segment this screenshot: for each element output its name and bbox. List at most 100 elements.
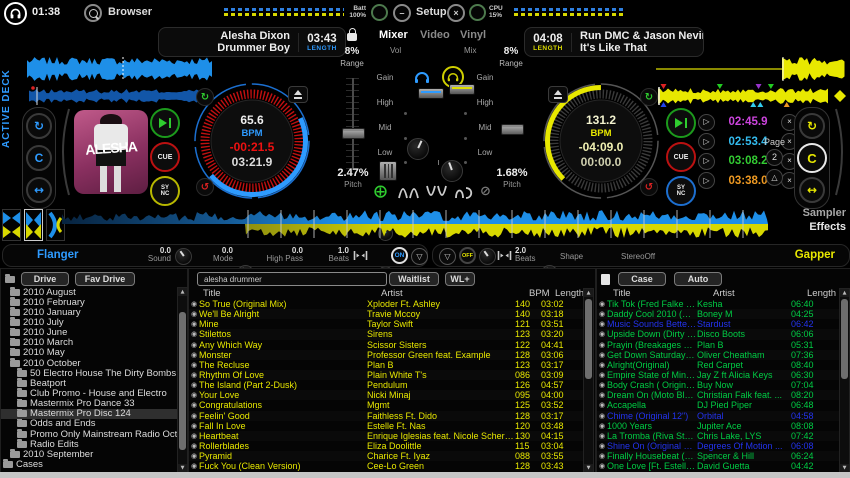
tree-item[interactable]: Mastermix Pro Disc 124	[1, 408, 177, 419]
deck-left-waveform[interactable]	[27, 55, 213, 107]
mix-knob[interactable]	[441, 160, 463, 182]
table-row[interactable]: ◉Dream On (Moto Blanco...Christian Falk …	[597, 390, 839, 401]
col-title[interactable]: Title	[189, 288, 381, 299]
scroll-thumb[interactable]	[841, 299, 848, 379]
scroll-thumb[interactable]	[585, 299, 592, 379]
table-row[interactable]: ◉ Accapella DJ Pied Piper 06:48	[597, 400, 839, 410]
tree-item[interactable]: 2010 February	[1, 297, 177, 307]
table-row[interactable]: ◉ Your Love Nicki Minaj 095 04:00	[189, 390, 583, 401]
fx-left-select-icon[interactable]: ▽	[411, 248, 428, 265]
loop-icon[interactable]: ↻	[799, 113, 825, 139]
table-row[interactable]: ◉ Heartbeat Enrique Iglesias feat. Nicole …	[189, 430, 583, 441]
table-row[interactable]: ◉ Any Which Way Scissor Sisters 122 04:41	[189, 340, 583, 350]
cue-page-up-icon[interactable]: △	[766, 169, 783, 186]
deck-position-bar-left-bottom[interactable]	[224, 13, 344, 16]
scroll-up-icon[interactable]: ▲	[178, 288, 187, 296]
channel-fader-handle-right[interactable]	[449, 84, 475, 95]
crossfader-curve-scratch-icon[interactable]	[454, 185, 475, 199]
cue-page-button[interactable]: 2	[766, 149, 783, 166]
loop-c-button[interactable]: C	[26, 145, 52, 171]
scroll-thumb[interactable]	[179, 312, 186, 450]
table-row[interactable]: ◉ Mine Taylor Swift 121 03:51	[189, 319, 583, 329]
mid-scrollbar[interactable]: ▲ ▼	[583, 288, 594, 473]
tab-vinyl[interactable]: Vinyl	[460, 29, 486, 41]
cue-play-button[interactable]: ▷	[698, 152, 715, 170]
fx-left-name[interactable]: Flanger	[37, 249, 79, 261]
case-button[interactable]: Case	[618, 272, 666, 286]
loop-c-button[interactable]: C	[797, 143, 827, 173]
table-row[interactable]: ◉One Love [Ft. Estelle] [F...David Guett…	[597, 461, 839, 471]
table-row[interactable]: ◉Body Crash ( Original Mi...Buy Now 07:04	[597, 380, 839, 390]
crossfader-handle[interactable]	[379, 161, 397, 181]
beatlock-icon[interactable]	[497, 250, 512, 261]
vol-knob[interactable]	[407, 138, 429, 160]
tab-mixer[interactable]: Mixer	[379, 29, 408, 41]
tree-item[interactable]: Mastermix Pro Dance 33	[1, 398, 177, 409]
drive-button[interactable]: Drive	[21, 272, 69, 286]
browser-menu[interactable]: Browser	[108, 6, 152, 18]
table-row[interactable]: ◉ Fall In Love Estelle Ft. Nas 120 03:48	[189, 421, 583, 431]
tree-item[interactable]: 50 Electro House The Dirty Bombs	[1, 368, 177, 378]
table-row[interactable]: ◉Empire State of Mind (F...Jay Z ft Alic…	[597, 369, 839, 381]
table-row[interactable]: ◉Upside Down (Dirty Fre...Disco Boots 06:…	[597, 329, 839, 340]
auto-button[interactable]: Auto	[674, 272, 722, 286]
search-input[interactable]: alesha drummer	[197, 272, 387, 286]
table-row[interactable]: ◉ Fuck You (Clean Version) Cee-Lo Green 128…	[189, 461, 583, 471]
scroll-up-icon[interactable]: ▲	[840, 289, 849, 297]
scroll-down-icon[interactable]: ▼	[584, 464, 593, 472]
table-row[interactable]: ◉ Chime (Original 12") Orbital 04:58	[597, 410, 839, 421]
table-row[interactable]: ◉ Rhythm Of Love Plain White T's 086 03:09	[189, 369, 583, 381]
beatlock-icon[interactable]	[353, 250, 368, 261]
table-row[interactable]: ◉Tik Tok (Fred Falke Rem...Kesha 06:40	[597, 299, 839, 309]
cue-button-left[interactable]: CUE	[150, 142, 180, 172]
table-row[interactable]: ◉ Rollerblades Eliza Doolittle 115 03:04	[189, 441, 583, 451]
keylock-icon-left[interactable]	[347, 28, 357, 41]
col-length[interactable]: Length	[807, 288, 839, 299]
col-title[interactable]: Title	[597, 288, 713, 299]
table-row[interactable]: ◉ 1000 Years Jupiter Ace 08:08	[597, 421, 839, 431]
loop-length-icon[interactable]: ↔	[799, 177, 825, 203]
fx-left-on-button[interactable]: ON	[391, 247, 408, 264]
album-art-left[interactable]: ALESHA	[74, 110, 148, 194]
table-row[interactable]: ◉ The Recluse Plan B 123 03:17	[189, 360, 583, 370]
tree-scrollbar[interactable]: ▲ ▼	[177, 287, 188, 473]
table-row[interactable]: ◉ We'll Be Alright Travie Mccoy 140 03:18	[189, 309, 583, 320]
setup-menu[interactable]: Setup	[416, 6, 447, 18]
pitch-slider-handle-left[interactable]	[342, 128, 365, 139]
tree-item[interactable]: 2010 October	[1, 357, 177, 368]
tree-item[interactable]: 2010 January	[1, 307, 177, 317]
tree-item[interactable]: Odds and Ends	[1, 418, 177, 429]
table-row[interactable]: ◉ So True (Original Mix) Xploder Ft. Ashle…	[189, 299, 583, 309]
crossfader-link-icon[interactable]: ⨁	[374, 184, 387, 199]
table-row[interactable]: ◉ Congratulations Mgmt 125 03:52	[189, 400, 583, 410]
scroll-down-icon[interactable]: ▼	[178, 464, 187, 472]
fx-right-name[interactable]: Gapper	[795, 249, 835, 261]
tree-item[interactable]: 2010 September	[1, 449, 177, 459]
eject-button-left[interactable]	[288, 86, 308, 103]
col-bpm[interactable]: BPM	[529, 288, 555, 299]
scroll-down-icon[interactable]: ▼	[840, 464, 849, 472]
channel-fader-handle-left[interactable]	[418, 88, 444, 99]
tree-item[interactable]: 2010 July	[1, 317, 177, 328]
zoom-thumb-2[interactable]	[24, 209, 43, 241]
table-row[interactable]: ◉Music Sounds Better Wi...Stardust 06:42	[597, 319, 839, 329]
crossfader-curve-full-icon[interactable]	[398, 185, 419, 199]
sync-button-right[interactable]: SY NC	[666, 176, 696, 206]
loop-icon[interactable]: ↻	[26, 113, 52, 139]
page-curl-right[interactable]	[834, 108, 848, 196]
page-curl-left[interactable]	[57, 108, 71, 196]
tab-sampler[interactable]: Sampler	[776, 207, 846, 219]
headphone-cue-left-icon[interactable]	[414, 71, 430, 89]
cue-play-button[interactable]: ▷	[698, 113, 715, 131]
fav-drive-button[interactable]: Fav Drive	[75, 272, 135, 286]
loop-in-icon-left[interactable]: ↻	[196, 88, 214, 106]
loop-out-icon-right[interactable]: ↺	[640, 178, 658, 196]
tree-item[interactable]: Club Promo - House and Electro	[1, 388, 177, 399]
table-row[interactable]: ◉ Feelin' Good Faithless Ft. Dido 128 03:17	[189, 410, 583, 421]
table-row[interactable]: ◉ Monster Professor Green feat. Example 128…	[189, 349, 583, 360]
tree-item[interactable]: Radio Edits	[1, 439, 177, 449]
fx-right-off-button[interactable]: OFF	[459, 247, 476, 264]
col-artist[interactable]: Artist	[381, 288, 529, 299]
tab-video[interactable]: Video	[420, 29, 450, 41]
table-row[interactable]: ◉Prayin (Breakages Bad ...Plan B 05:31	[597, 340, 839, 350]
